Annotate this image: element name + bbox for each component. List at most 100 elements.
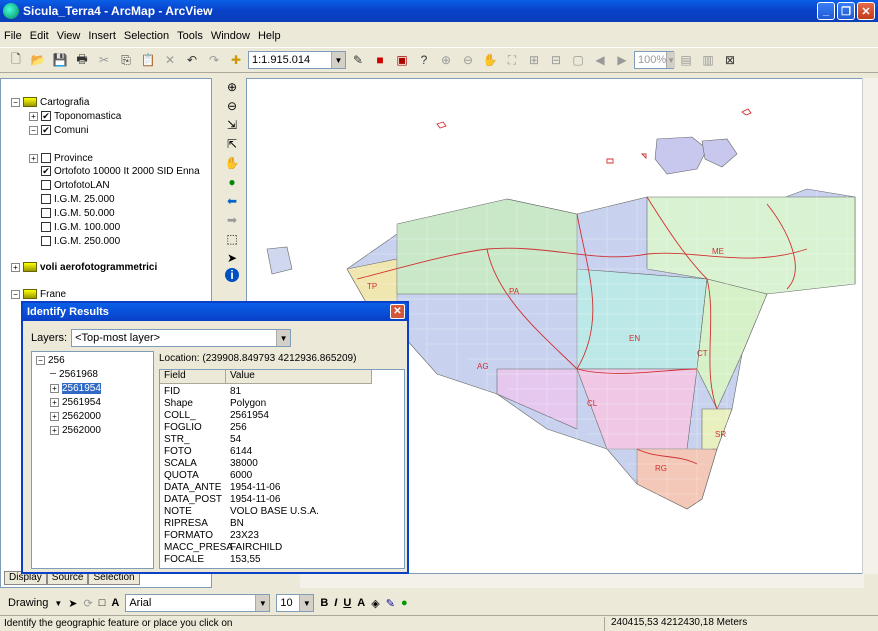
- toc-item[interactable]: + voli aerofotogrammetrici: [11, 260, 157, 274]
- paste-icon[interactable]: 📋: [138, 50, 158, 70]
- expand-toggle-icon[interactable]: +: [29, 111, 38, 121]
- redo-icon[interactable]: ↷: [204, 50, 224, 70]
- expand-toggle-icon[interactable]: +: [50, 384, 59, 393]
- map-horizontal-scrollbar[interactable]: [300, 574, 864, 588]
- new-document-icon[interactable]: 🗋: [6, 50, 26, 70]
- italic-button[interactable]: I: [334, 597, 337, 609]
- arctoolbox-icon[interactable]: ■: [370, 50, 390, 70]
- line-color-icon[interactable]: ✎: [386, 597, 395, 610]
- font-size-select[interactable]: 10 ▼: [276, 594, 315, 612]
- tree-item[interactable]: +2562000: [50, 410, 101, 423]
- change-layout-icon[interactable]: ⊠: [720, 50, 740, 70]
- menu-help[interactable]: Help: [254, 30, 285, 42]
- open-icon[interactable]: 📂: [28, 50, 48, 70]
- select-features-icon[interactable]: ⬚: [223, 230, 241, 247]
- copy-icon[interactable]: ⎘: [116, 50, 136, 70]
- font-color-icon[interactable]: A: [357, 597, 365, 609]
- drawing-menu[interactable]: Drawing: [8, 597, 48, 609]
- layout-zoom-select[interactable]: 100% ▼: [634, 51, 676, 69]
- toc-item[interactable]: I.G.M. 100.000: [29, 220, 120, 234]
- expand-toggle-icon[interactable]: −: [29, 125, 38, 135]
- fixed-zoom-in-icon[interactable]: ⇲: [223, 116, 241, 133]
- forward-extent-icon[interactable]: ➡: [223, 211, 241, 228]
- map-scale-select[interactable]: 1:1.915.014 ▼: [248, 51, 346, 69]
- focus-frame-icon[interactable]: ▥: [698, 50, 718, 70]
- toc-item[interactable]: − ✔ Comuni: [29, 123, 88, 137]
- expand-toggle-icon[interactable]: −: [11, 97, 20, 107]
- toc-item[interactable]: I.G.M. 250.000: [29, 234, 120, 248]
- identify-icon[interactable]: i: [225, 268, 239, 282]
- underline-button[interactable]: U: [343, 597, 351, 609]
- menu-view[interactable]: View: [53, 30, 85, 42]
- fill-color-icon[interactable]: ◈: [371, 597, 379, 610]
- tree-item[interactable]: ┄ 2561968: [50, 368, 98, 381]
- bold-button[interactable]: B: [320, 597, 328, 609]
- expand-toggle-icon[interactable]: −: [36, 356, 45, 365]
- expand-toggle-icon[interactable]: +: [29, 153, 38, 163]
- fixed-zoom-out-icon[interactable]: ⊟: [546, 50, 566, 70]
- text-icon[interactable]: A: [111, 597, 119, 609]
- menu-tools[interactable]: Tools: [173, 30, 207, 42]
- expand-toggle-icon[interactable]: −: [11, 289, 20, 299]
- minimize-icon[interactable]: _: [817, 2, 835, 20]
- cut-icon[interactable]: ✂: [94, 50, 114, 70]
- marker-color-icon[interactable]: ●: [401, 597, 408, 609]
- toc-item[interactable]: − Cartografia: [11, 95, 89, 109]
- font-select[interactable]: Arial ▼: [125, 594, 271, 612]
- tree-item[interactable]: +2562000: [50, 424, 101, 437]
- menu-file[interactable]: File: [0, 30, 26, 42]
- menu-insert[interactable]: Insert: [84, 30, 120, 42]
- layer-checkbox[interactable]: [41, 194, 51, 204]
- delete-icon[interactable]: ✕: [160, 50, 180, 70]
- menu-edit[interactable]: Edit: [26, 30, 53, 42]
- close-icon[interactable]: ✕: [390, 304, 405, 319]
- pan-icon[interactable]: ✋: [223, 154, 241, 171]
- menu-selection[interactable]: Selection: [120, 30, 173, 42]
- pan-layout-icon[interactable]: ✋: [480, 50, 500, 70]
- back-extent-icon[interactable]: ⬅: [223, 192, 241, 209]
- layer-checkbox[interactable]: [41, 180, 51, 190]
- select-elements-icon[interactable]: ➤: [68, 597, 77, 610]
- toc-item[interactable]: − Frane: [11, 287, 66, 301]
- print-icon[interactable]: 🖶: [72, 50, 92, 70]
- toc-item[interactable]: OrtofotoLAN: [29, 178, 110, 192]
- layer-checkbox[interactable]: ✔: [41, 166, 51, 176]
- zoom-in-layout-icon[interactable]: ⊕: [436, 50, 456, 70]
- select-elements-icon[interactable]: ➤: [223, 249, 241, 266]
- layer-checkbox[interactable]: ✔: [41, 111, 51, 121]
- full-extent-icon[interactable]: ●: [223, 173, 241, 190]
- zoom-out-layout-icon[interactable]: ⊖: [458, 50, 478, 70]
- catalog-icon[interactable]: ▣: [392, 50, 412, 70]
- save-icon[interactable]: 💾: [50, 50, 70, 70]
- layer-checkbox[interactable]: [41, 208, 51, 218]
- zoom-out-icon[interactable]: ⊖: [223, 97, 241, 114]
- expand-toggle-icon[interactable]: +: [50, 426, 59, 435]
- expand-toggle-icon[interactable]: +: [50, 398, 59, 407]
- tree-item[interactable]: +2561954: [50, 396, 101, 409]
- tree-root[interactable]: −256: [36, 354, 65, 367]
- zoom-in-icon[interactable]: ⊕: [223, 78, 241, 95]
- fixed-zoom-in-icon[interactable]: ⊞: [524, 50, 544, 70]
- restore-icon[interactable]: ❐: [837, 2, 855, 20]
- toc-item[interactable]: I.G.M. 25.000: [29, 192, 115, 206]
- layers-select[interactable]: <Top-most layer> ▼: [71, 329, 292, 347]
- next-extent-icon[interactable]: ▶: [612, 50, 632, 70]
- toggle-draft-icon[interactable]: ▤: [676, 50, 696, 70]
- map-vertical-scrollbar[interactable]: [862, 78, 878, 574]
- zoom-100-icon[interactable]: ▢: [568, 50, 588, 70]
- expand-toggle-icon[interactable]: +: [11, 262, 20, 272]
- toc-item[interactable]: + Province: [29, 151, 93, 165]
- layer-checkbox[interactable]: [41, 153, 51, 163]
- zoom-whole-page-icon[interactable]: ⛶: [502, 50, 522, 70]
- editor-toolbar-icon[interactable]: ✎: [348, 50, 368, 70]
- toc-item[interactable]: ✔ Ortofoto 10000 It 2000 SID Enna: [29, 164, 200, 178]
- layer-checkbox[interactable]: [41, 222, 51, 232]
- undo-icon[interactable]: ↶: [182, 50, 202, 70]
- rectangle-icon[interactable]: □: [99, 597, 106, 609]
- toc-item[interactable]: I.G.M. 50.000: [29, 206, 115, 220]
- toc-item[interactable]: + ✔ Toponomastica: [29, 109, 121, 123]
- previous-extent-icon[interactable]: ◀: [590, 50, 610, 70]
- layer-checkbox[interactable]: [41, 236, 51, 246]
- expand-toggle-icon[interactable]: +: [50, 412, 59, 421]
- whats-this-icon[interactable]: ?: [414, 50, 434, 70]
